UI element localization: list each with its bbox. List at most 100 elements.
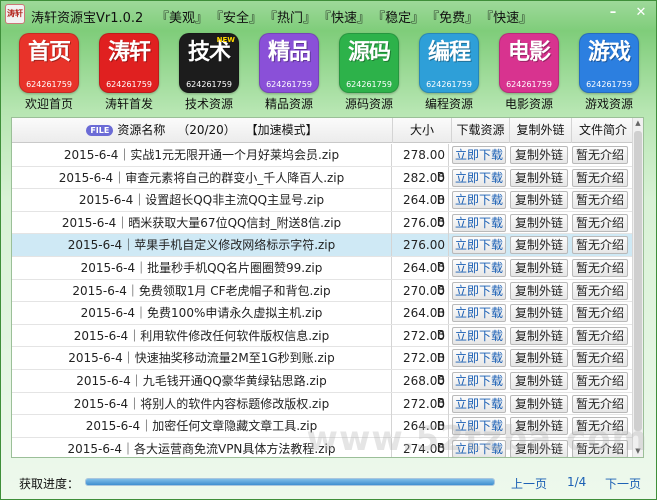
file-size-cell: 264.00 B bbox=[393, 415, 449, 455]
download-button[interactable]: 立即下载 bbox=[452, 304, 506, 323]
intro-button[interactable]: 暂无介绍 bbox=[572, 326, 628, 345]
tile-5[interactable]: 源码 624261759 源码资源 bbox=[337, 33, 401, 112]
copy-link-button[interactable]: 复制外链 bbox=[510, 417, 568, 436]
download-button[interactable]: 立即下载 bbox=[452, 281, 506, 300]
header-copy[interactable]: 复制外链 bbox=[510, 118, 572, 143]
file-name-cell: 2015-6-4｜九毛钱开通QQ豪华黄绿钻思路.zip bbox=[12, 370, 392, 392]
intro-button[interactable]: 暂无介绍 bbox=[572, 259, 628, 277]
scroll-up-arrow-icon[interactable]: ▲ bbox=[633, 118, 643, 129]
intro-button[interactable]: 暂无介绍 bbox=[572, 304, 628, 323]
table-row[interactable]: 2015-6-4｜免费100%申请永久虚拟主机.zip 264.00 B 立即下载复… bbox=[12, 302, 634, 342]
download-button[interactable]: 立即下载 bbox=[452, 236, 506, 255]
copy-link-button[interactable]: 复制外链 bbox=[510, 259, 568, 277]
tile-7[interactable]: 电影 624261759 电影资源 bbox=[497, 33, 561, 112]
tile-qq-number: 624261759 bbox=[186, 80, 232, 89]
table-row[interactable]: 2015-6-4｜各大运营商免流VPN具体方法教程.zip274.00 B立即下… bbox=[12, 437, 634, 457]
minimize-button[interactable]: – bbox=[604, 5, 622, 21]
table-row[interactable]: 2015-6-4｜九毛钱开通QQ豪华黄绿钻思路.zip 268.00 B 立即下载复… bbox=[12, 370, 634, 410]
tile-1[interactable]: 首页 624261759 欢迎首页 bbox=[17, 33, 81, 112]
tile-icon-text: 精品 bbox=[267, 40, 311, 65]
header-download[interactable]: 下载资源 bbox=[452, 118, 510, 143]
download-button[interactable]: 立即下载 bbox=[452, 372, 506, 390]
intro-button[interactable]: 暂无介绍 bbox=[572, 236, 628, 255]
download-button[interactable]: 立即下载 bbox=[452, 259, 506, 277]
next-page-link[interactable]: 下一页 bbox=[605, 475, 641, 492]
table-row[interactable]: 2015-6-4｜晒米获取大量67位QQ信封_附送8信.zip276.00 B立… bbox=[12, 211, 634, 252]
copy-link-button[interactable]: 复制外链 bbox=[510, 191, 568, 210]
app-window: 涛轩 涛轩资源宝Vr1.0.2 『美观』 『安全』 『热门』 『快速』 『稳定』 『免费』… bbox=[0, 0, 657, 500]
intro-button[interactable]: 暂无介绍 bbox=[572, 213, 628, 232]
status-bar: 获取进度： 上一页 1/4 下一页 bbox=[1, 467, 656, 497]
table-row[interactable]: 2015-6-4｜设置超长QQ非主流QQ主显号.zip 264.00 B 立即下载复… bbox=[12, 189, 634, 229]
file-size-cell: 264.00 B bbox=[393, 257, 449, 297]
intro-button[interactable]: 暂无介绍 bbox=[572, 394, 628, 413]
intro-button[interactable]: 暂无介绍 bbox=[572, 281, 628, 300]
tile-4[interactable]: 精品 624261759 精品资源 bbox=[257, 33, 321, 112]
scroll-down-arrow-icon[interactable]: ▼ bbox=[633, 446, 643, 457]
copy-link-button[interactable]: 复制外链 bbox=[510, 281, 568, 300]
download-button[interactable]: 立即下载 bbox=[452, 146, 506, 164]
top-menu-item[interactable]: 『快速』 bbox=[318, 7, 370, 26]
intro-button[interactable]: 暂无介绍 bbox=[572, 191, 628, 210]
download-button[interactable]: 立即下载 bbox=[452, 439, 506, 457]
header-mode: 【加速模式】 bbox=[245, 123, 318, 137]
tile-qq-number: 624261759 bbox=[26, 80, 72, 89]
table-row[interactable]: 2015-6-4｜苹果手机自定义修改网络标示字符.zip 276.00 B 立即下载… bbox=[12, 234, 634, 274]
close-button[interactable]: ✕ bbox=[632, 5, 650, 21]
table-row[interactable]: 2015-6-4｜快速抽奖移动流量2M至1G秒到账.zip 272.00 B 立即下… bbox=[12, 347, 634, 387]
top-menu-item[interactable]: 『美观』 bbox=[156, 7, 208, 26]
copy-link-button[interactable]: 复制外链 bbox=[510, 326, 568, 345]
top-menu-item[interactable]: 『安全』 bbox=[210, 7, 262, 26]
copy-link-button[interactable]: 复制外链 bbox=[510, 213, 568, 232]
table-row[interactable]: 2015-6-4｜免费领取1月 CF老虎帽子和背包.zip 270.00 B 立即下… bbox=[12, 279, 634, 320]
download-button[interactable]: 立即下载 bbox=[452, 213, 506, 232]
download-button[interactable]: 立即下载 bbox=[452, 417, 506, 436]
file-name-cell: 2015-6-4｜免费领取1月 CF老虎帽子和背包.zip bbox=[12, 279, 392, 302]
copy-link-button[interactable]: 复制外链 bbox=[510, 439, 568, 457]
prev-page-link[interactable]: 上一页 bbox=[511, 475, 547, 492]
download-button[interactable]: 立即下载 bbox=[452, 394, 506, 413]
file-name-cell: 2015-6-4｜批量秒手机QQ名片圈圈赞99.zip bbox=[12, 257, 392, 279]
file-size-cell: 276.00 B bbox=[393, 234, 449, 274]
table-row[interactable]: 2015-6-4｜加密任何文章隐藏文章工具.zip 264.00 B 立即下载 复制外… bbox=[12, 415, 634, 455]
tile-2[interactable]: 涛轩 624261759 涛轩首发 bbox=[97, 33, 161, 112]
vertical-scrollbar[interactable]: ▲ ▼ bbox=[632, 118, 643, 457]
table-row[interactable]: 2015-6-4｜批量秒手机QQ名片圈圈赞99.zip 264.00 B 立即下载复… bbox=[12, 257, 634, 297]
intro-button[interactable]: 暂无介绍 bbox=[572, 168, 628, 187]
header-size[interactable]: 大小 bbox=[393, 118, 452, 143]
download-button[interactable]: 立即下载 bbox=[452, 326, 506, 345]
copy-link-button[interactable]: 复制外链 bbox=[510, 168, 568, 187]
intro-button[interactable]: 暂无介绍 bbox=[572, 439, 628, 457]
download-button[interactable]: 立即下载 bbox=[452, 191, 506, 210]
download-button[interactable]: 立即下载 bbox=[452, 349, 506, 368]
intro-button[interactable]: 暂无介绍 bbox=[572, 417, 628, 436]
header-name-column[interactable]: FILE 资源名称 （20/20） 【加速模式】 bbox=[12, 118, 393, 143]
tile-6[interactable]: 编程 624261759 编程资源 bbox=[417, 33, 481, 112]
table-row[interactable]: 2015-6-4｜将别人的软件内容标题修改版权.zip 272.00 B 立即下载复… bbox=[12, 392, 634, 433]
intro-button[interactable]: 暂无介绍 bbox=[572, 349, 628, 368]
top-menu-item[interactable]: 『热门』 bbox=[264, 7, 316, 26]
intro-button[interactable]: 暂无介绍 bbox=[572, 146, 628, 164]
copy-link-button[interactable]: 复制外链 bbox=[510, 236, 568, 255]
file-name-cell: 2015-6-4｜快速抽奖移动流量2M至1G秒到账.zip bbox=[12, 347, 392, 370]
tile-icon-text: 首页 bbox=[27, 40, 71, 65]
table-row[interactable]: 2015-6-4｜利用软件修改任何软件版权信息.zip 272.00 B 立即下载复… bbox=[12, 324, 634, 365]
copy-link-button[interactable]: 复制外链 bbox=[510, 304, 568, 323]
tile-3[interactable]: 技术 NEW 624261759 技术资源 bbox=[177, 33, 241, 112]
download-button[interactable]: 立即下载 bbox=[452, 168, 506, 187]
top-menu-item[interactable]: 『稳定』 bbox=[372, 7, 424, 26]
copy-link-button[interactable]: 复制外链 bbox=[510, 372, 568, 390]
scrollbar-thumb[interactable] bbox=[634, 131, 642, 431]
top-menu-item[interactable]: 『快速』 bbox=[480, 7, 532, 26]
file-icon: FILE bbox=[86, 125, 114, 136]
header-intro[interactable]: 文件简介 bbox=[572, 118, 634, 143]
intro-button[interactable]: 暂无介绍 bbox=[572, 372, 628, 390]
tile-8[interactable]: 游戏 624261759 游戏资源 bbox=[577, 33, 641, 112]
copy-link-button[interactable]: 复制外链 bbox=[510, 394, 568, 413]
top-menu-item[interactable]: 『免费』 bbox=[426, 7, 478, 26]
tile-icon: 首页 624261759 bbox=[19, 33, 79, 93]
copy-link-button[interactable]: 复制外链 bbox=[510, 146, 568, 164]
table-row[interactable]: 2015-6-4｜实战1元无限开通一个月好莱坞会员.zip 278.00 B 立即下… bbox=[12, 144, 634, 184]
table-row[interactable]: 2015-6-4｜审查元素将自己的群变小_千人降百人.zip 282.00 B 立即… bbox=[12, 166, 634, 207]
copy-link-button[interactable]: 复制外链 bbox=[510, 349, 568, 368]
